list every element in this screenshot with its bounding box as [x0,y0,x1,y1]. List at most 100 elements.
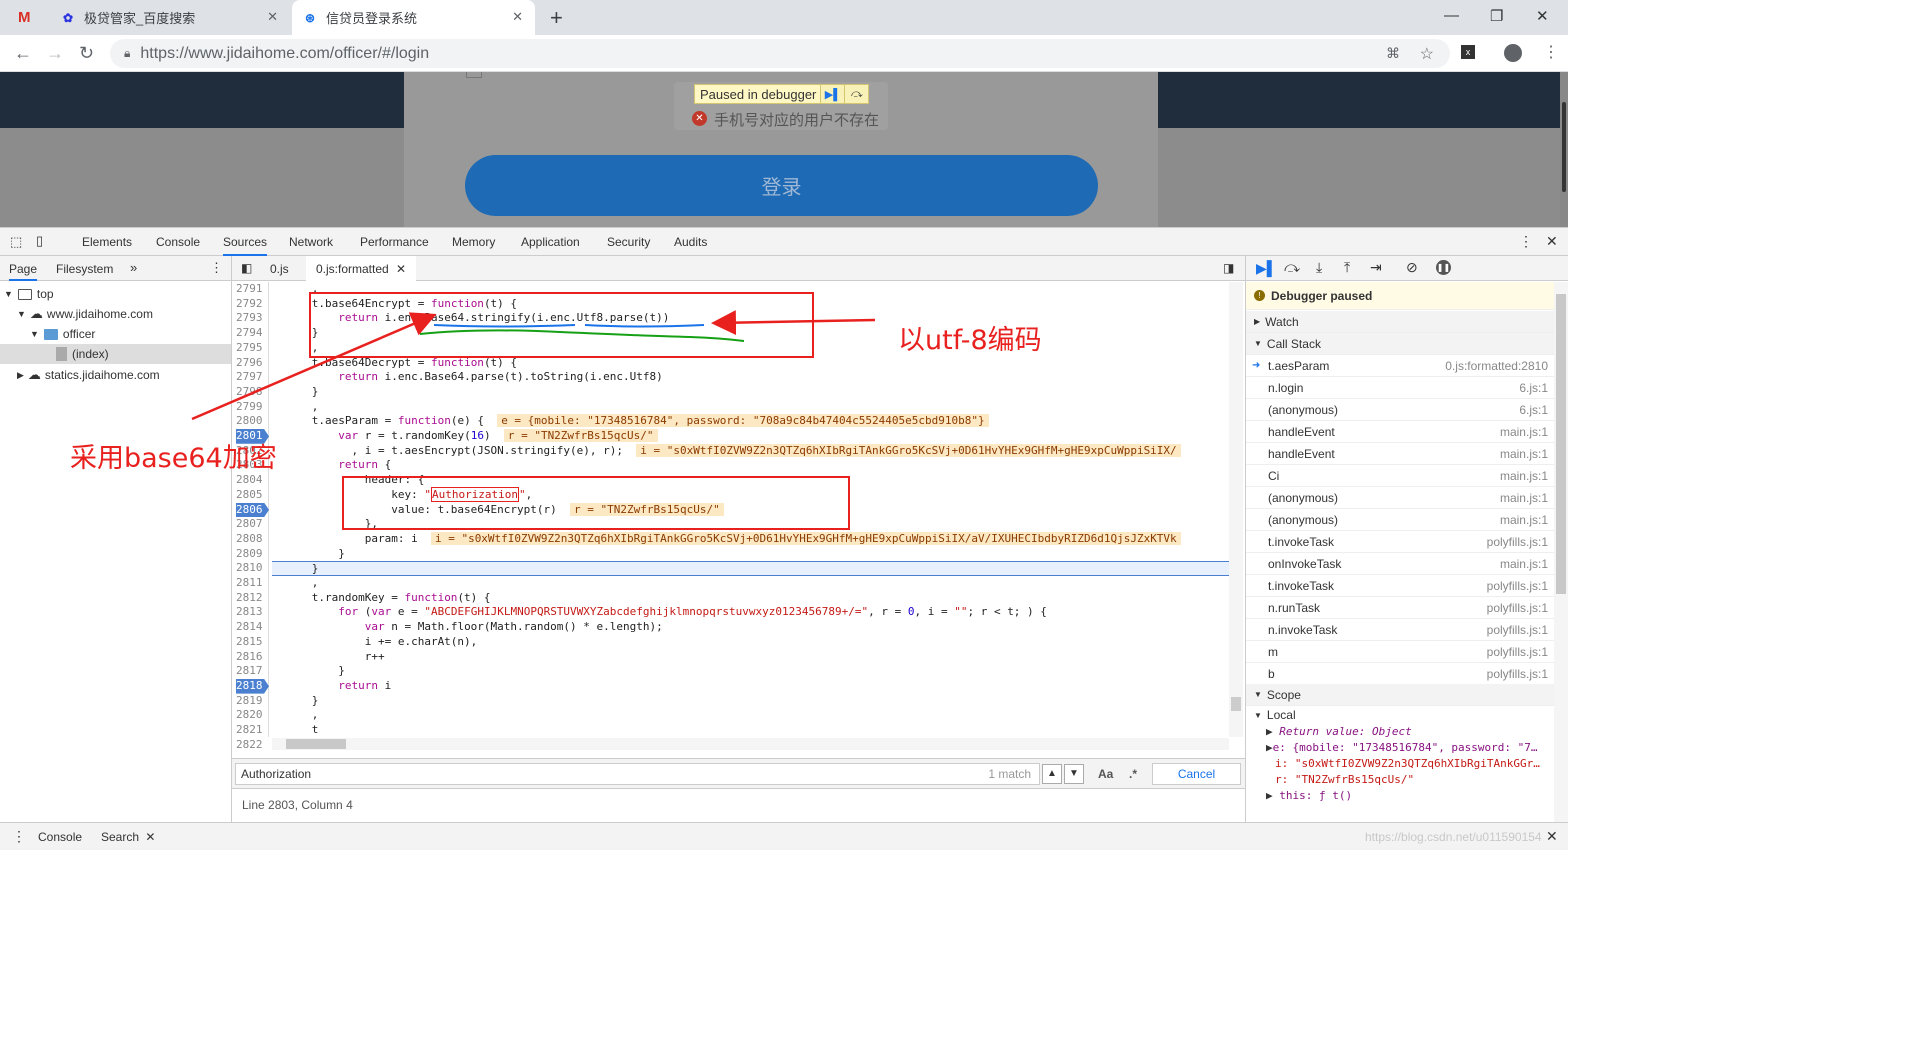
sidebar-scrollbar[interactable] [1554,282,1568,822]
tab-memory[interactable]: Memory [452,235,495,249]
forward-icon[interactable]: → [46,43,64,64]
toggle-navigator-icon[interactable]: ◧ [241,261,252,275]
regex-toggle[interactable]: .* [1129,767,1137,781]
line-number[interactable]: 2812 [236,591,269,606]
page-scrollbar[interactable] [1560,72,1568,227]
line-number[interactable]: 2809 [236,547,269,562]
tab-filesystem[interactable]: Filesystem [56,262,113,276]
tab-performance[interactable]: Performance [360,235,429,249]
minimize-icon[interactable]: — [1444,7,1459,24]
callstack-section-header[interactable]: ▼ Call Stack [1246,333,1554,355]
line-number[interactable]: 2813 [236,605,269,620]
search-input[interactable]: Authorization 1 match [235,763,1040,785]
tree-item-top[interactable]: ▼ top [4,284,224,304]
close-tab-icon[interactable]: ✕ [267,9,278,25]
login-button[interactable]: 登录 [465,155,1098,216]
tree-item-file[interactable]: (index) [0,344,231,364]
call-frame[interactable]: handleEvent main.js:1 [1246,443,1554,465]
bookmark-star-icon[interactable]: ☆ [1420,44,1434,64]
step-over-icon[interactable]: ⤼ [1284,259,1300,276]
line-number[interactable]: 2822 [236,738,269,753]
close-tab-icon[interactable]: ✕ [145,830,155,844]
drawer-tab-console[interactable]: Console [38,830,82,844]
call-frame[interactable]: handleEvent main.js:1 [1246,421,1554,443]
tab-sources[interactable]: Sources [223,235,268,256]
call-frame[interactable]: m polyfills.js:1 [1246,641,1554,663]
browser-tab-baidu[interactable]: ✿ 极贷管家_百度搜索 ✕ [50,0,290,35]
call-frame[interactable]: onInvokeTask main.js:1 [1246,553,1554,575]
line-number[interactable]: 2819 [236,694,269,709]
checkbox[interactable] [466,72,482,78]
prev-match-icon[interactable]: ▲ [1042,764,1062,784]
address-bar[interactable]: 🔒︎ https://www.jidaihome.com/officer/#/l… [110,39,1450,68]
breakpoint-line-number[interactable]: 2818 [236,678,269,694]
line-number[interactable]: 2816 [236,650,269,665]
line-number[interactable]: 2800 [236,414,269,429]
tab-elements[interactable]: Elements [82,235,132,249]
tree-item-domain[interactable]: ▼ ☁︎ www.jidaihome.com [17,304,227,324]
line-number[interactable]: 2820 [236,708,269,723]
close-tab-icon[interactable]: ✕ [512,9,523,25]
line-number[interactable]: 2792 [236,297,269,312]
reload-icon[interactable]: ↻ [79,43,94,64]
call-frame[interactable]: ➜ t.aesParam 0.js:formatted:2810 [1246,355,1554,377]
back-icon[interactable]: ← [14,43,32,64]
breakpoint-line-number[interactable]: 2806 [236,502,269,518]
deactivate-breakpoints-icon[interactable]: ⊘ [1406,259,1418,276]
menu-kebab-icon[interactable]: ⋮ [1543,42,1559,62]
line-number[interactable]: 2810 [236,561,269,576]
line-number[interactable]: 2811 [236,576,269,591]
call-frame[interactable]: n.login 6.js:1 [1246,377,1554,399]
tab-audits[interactable]: Audits [674,235,707,249]
scope-entry-e[interactable]: ▶e: {mobile: "17348516784", password: "7… [1266,741,1538,754]
call-frame[interactable]: (anonymous) 6.js:1 [1246,399,1554,421]
editor-h-scrollbar[interactable] [272,738,1229,750]
tab-console[interactable]: Console [156,235,200,249]
cancel-button[interactable]: Cancel [1152,763,1241,785]
translate-icon[interactable]: ⌘ [1386,45,1400,62]
tab-network[interactable]: Network [289,235,333,249]
line-number[interactable]: 2808 [236,532,269,547]
call-frame[interactable]: b polyfills.js:1 [1246,663,1554,685]
line-number[interactable]: 2799 [236,400,269,415]
more-tabs-icon[interactable]: » [130,260,137,275]
watch-section-header[interactable]: ▶ Watch [1246,311,1554,333]
line-number[interactable]: 2815 [236,635,269,650]
call-frame[interactable]: t.invokeTask polyfills.js:1 [1246,575,1554,597]
next-match-icon[interactable]: ▼ [1064,764,1084,784]
tree-item-folder[interactable]: ▼ officer [30,324,230,344]
profile-avatar-icon[interactable] [1504,44,1522,62]
scope-entry-return[interactable]: ▶ Return value: Object [1266,725,1412,738]
browser-tab-login[interactable]: ⊛ 信贷员登录系统 ✕ [292,0,535,35]
line-number[interactable]: 2807 [236,517,269,532]
close-drawer-icon[interactable]: ✕ [1546,828,1558,845]
inspect-element-icon[interactable]: ⬚ [10,234,22,250]
close-devtools-icon[interactable]: ✕ [1546,233,1558,250]
step-over-icon[interactable]: ⤼ [844,85,869,103]
gmail-icon[interactable]: M [18,9,31,26]
device-toolbar-icon[interactable]: ▯ [36,233,43,249]
local-scope-header[interactable]: ▼ Local [1246,706,1554,724]
scope-entry-this[interactable]: ▶ this: ƒ t() [1266,789,1352,802]
line-number[interactable]: 2814 [236,620,269,635]
step-into-icon[interactable]: ⤓ [1316,259,1322,276]
tab-application[interactable]: Application [521,235,580,249]
scope-section-header[interactable]: ▼ Scope [1246,684,1554,706]
step-icon[interactable]: ⇥ [1370,259,1382,276]
devtools-menu-icon[interactable]: ⋮ [1519,233,1533,250]
line-number[interactable]: 2795 [236,341,269,356]
navigator-menu-icon[interactable]: ⋮ [210,260,223,276]
call-frame[interactable]: t.invokeTask polyfills.js:1 [1246,531,1554,553]
call-frame[interactable]: n.runTask polyfills.js:1 [1246,597,1554,619]
editor-tab-0js[interactable]: 0.js [270,262,289,276]
line-number[interactable]: 2804 [236,473,269,488]
line-number[interactable]: 2791 [236,282,269,297]
resume-icon[interactable]: ▶▌ [1256,260,1277,277]
resume-icon[interactable]: ▶▌ [820,85,845,103]
line-number[interactable]: 2794 [236,326,269,341]
pause-on-exceptions-icon[interactable]: ❚❚ [1436,260,1451,275]
extension-icon[interactable]: x [1461,45,1475,59]
line-number[interactable]: 2817 [236,664,269,679]
tree-item-domain[interactable]: ▶ ☁︎ statics.jidaihome.com [17,365,227,385]
new-tab-button[interactable]: + [550,5,563,31]
